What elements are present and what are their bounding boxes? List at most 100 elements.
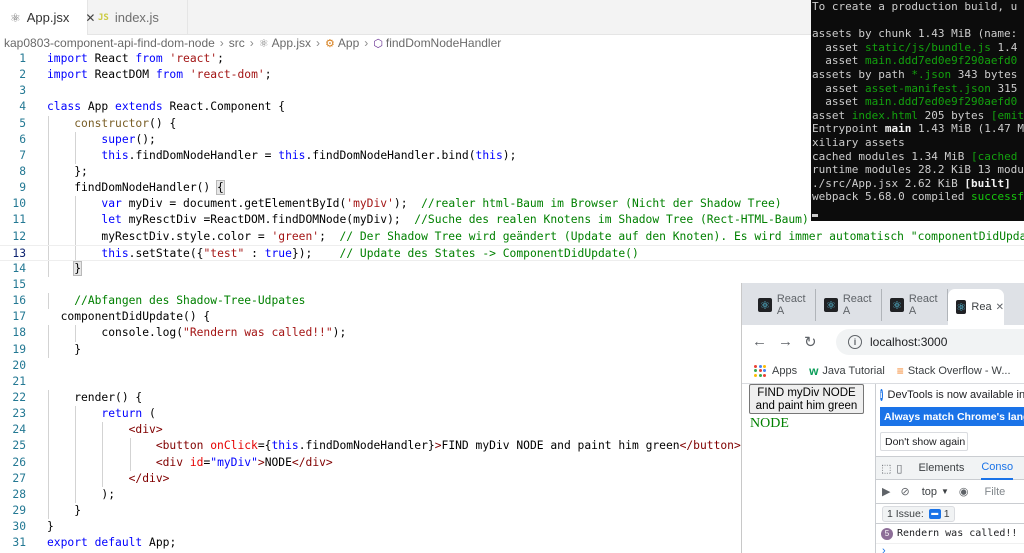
browser-tab[interactable]: ⚛ React A — [882, 289, 948, 321]
console-toolbar: ▶ ⊘ top ▼ ◉ Filte — [876, 480, 1024, 504]
code-text: import React from 'react'; — [47, 52, 224, 65]
tab-index-js[interactable]: JS index.js — [88, 0, 188, 35]
line-number: 21 — [12, 374, 26, 388]
info-icon[interactable]: i — [848, 334, 862, 349]
terminal-window[interactable]: To create a production build, u assets by… — [811, 0, 1024, 221]
terminal-line: webpack 5.68.0 compiled successf — [812, 190, 1024, 204]
bookmark-apps[interactable]: Apps — [754, 364, 797, 377]
code-text: }; — [47, 164, 88, 178]
tab-app-jsx-label: App.jsx — [26, 10, 70, 25]
chevron-right-icon: › — [249, 36, 254, 50]
message-icon: ▬ — [928, 508, 941, 519]
console-log-entry[interactable]: 5 Rendern was called!! — [876, 524, 1024, 544]
reload-icon[interactable]: ↻ — [804, 333, 830, 351]
js-file-icon: JS — [98, 12, 109, 23]
breadcrumb-class[interactable]: App — [338, 36, 359, 50]
code-text: <div id="myDiv">NODE</div> — [155, 455, 333, 469]
stack-overflow-icon: ≡ — [896, 363, 904, 378]
inspect-icon[interactable]: ⬚ — [881, 461, 891, 475]
bookmark-label: Java Tutorial — [822, 364, 885, 377]
find-node-button[interactable]: FIND myDiv NODE and paint him green — [749, 384, 864, 414]
tab-app-jsx[interactable]: ⚛ App.jsx ✕ — [0, 0, 95, 35]
sidebar-toggle-icon[interactable]: ▶ — [882, 485, 890, 498]
terminal-line: cached modules 1.34 MiB [cached — [812, 149, 1018, 163]
line-number: 16 — [12, 294, 26, 308]
back-arrow-icon[interactable]: ← — [752, 333, 778, 350]
browser-tab[interactable]: ⚛ React A — [816, 289, 882, 321]
terminal-line: assets by path *.json 343 bytes — [812, 67, 1018, 81]
match-language-button[interactable]: Always match Chrome's langua — [880, 407, 1024, 426]
eye-icon[interactable]: ◉ — [959, 485, 969, 498]
breadcrumb-method[interactable]: findDomNodeHandler — [386, 36, 501, 50]
line-number: 29 — [12, 503, 26, 517]
breadcrumb-folder[interactable]: src — [229, 36, 245, 50]
filter-input[interactable]: Filte — [985, 486, 1006, 498]
line-number: 22 — [12, 390, 26, 404]
line-number: 7 — [19, 148, 26, 162]
issues-label: 1 Issue: — [887, 507, 924, 520]
line-number: 11 — [12, 213, 26, 227]
bookmarks-bar: Apps w Java Tutorial ≡ Stack Overflow - … — [742, 358, 1024, 384]
code-text: </div> — [128, 471, 170, 485]
browser-tab-label: Rea — [971, 301, 992, 313]
context-selector[interactable]: top ▼ — [922, 486, 949, 498]
chevron-right-icon: › — [316, 36, 321, 50]
address-bar[interactable]: i localhost:3000 — [836, 328, 1024, 355]
code-line[interactable]: 13 this.setState({"test" : true}); // Up… — [0, 244, 1024, 261]
line-number: 2 — [19, 68, 26, 82]
code-text: import ReactDOM from 'react-dom'; — [47, 68, 272, 82]
bookmark-label: Stack Overflow - W... — [907, 364, 1011, 377]
terminal-line: ./src/App.jsx 2.62 KiB [built] — [812, 176, 1011, 190]
code-text: this.findDomNodeHandler = this.findDomNo… — [101, 148, 517, 162]
react-favicon-icon: ⚛ — [824, 298, 838, 312]
browser-tab[interactable]: ⚛ React A — [750, 289, 816, 321]
code-line[interactable]: 14 } — [0, 260, 1024, 277]
line-number: 17 — [12, 310, 26, 324]
terminal-line: assets by chunk 1.43 MiB (name: — [812, 27, 1018, 41]
browser-tab-strip: ⚛ React A ⚛ React A ⚛ React A ⚛ Rea ✕ — [742, 283, 1024, 325]
device-toolbar-icon[interactable]: ▯ — [896, 461, 902, 475]
terminal-line: runtime modules 28.2 KiB 13 modu — [812, 163, 1024, 177]
react-favicon-icon: ⚛ — [956, 300, 967, 314]
bookmark-stack-overflow[interactable]: ≡ Stack Overflow - W... — [897, 364, 1011, 378]
forward-arrow-icon[interactable]: → — [778, 333, 804, 350]
url-text: localhost:3000 — [870, 334, 948, 349]
console-prompt[interactable]: › — [876, 544, 1024, 553]
line-number: 23 — [12, 407, 26, 421]
clear-console-icon[interactable]: ⊘ — [900, 485, 909, 498]
react-favicon-icon: ⚛ — [758, 298, 772, 312]
terminal-line: asset index.html 205 bytes [emit — [812, 108, 1024, 122]
log-message: Rendern was called!! — [897, 528, 1018, 539]
react-file-icon: ⚛ — [258, 37, 269, 50]
terminal-cursor — [812, 213, 818, 217]
class-icon: ⚙ — [325, 37, 335, 50]
w3schools-icon: w — [809, 363, 819, 378]
line-number: 1 — [19, 52, 26, 65]
tab-elements[interactable]: Elements — [918, 462, 964, 474]
issues-button[interactable]: 1 Issue: ▬ 1 — [882, 505, 955, 522]
code-text: <div> — [128, 423, 163, 437]
devtools-panel: i DevTools is now available in G Always … — [875, 384, 1024, 553]
tab-console[interactable]: Conso — [981, 456, 1014, 480]
line-number: 13 — [12, 246, 26, 260]
browser-tab-active[interactable]: ⚛ Rea ✕ — [948, 289, 1004, 325]
apps-grid-icon — [754, 364, 766, 377]
line-number: 4 — [19, 100, 26, 114]
breadcrumb-project[interactable]: kap0803-component-api-find-dom-node — [4, 36, 215, 50]
chevron-right-icon: › — [219, 36, 224, 50]
code-line[interactable]: 12 myResctDiv.style.color = 'green'; // … — [0, 228, 1024, 245]
bookmark-java-tutorial[interactable]: w Java Tutorial — [809, 364, 885, 378]
dont-show-again-button[interactable]: Don't show again — [880, 432, 968, 451]
code-text: } — [47, 503, 82, 517]
chevron-right-icon: › — [364, 36, 369, 50]
line-number: 10 — [12, 197, 26, 211]
breadcrumb-file[interactable]: App.jsx — [272, 36, 311, 50]
line-number: 12 — [12, 229, 26, 243]
line-number: 30 — [12, 520, 26, 534]
line-number: 15 — [12, 277, 26, 291]
terminal-line: xiliary assets — [812, 135, 905, 149]
code-text: var myDiv = document.getElementById('myD… — [101, 197, 782, 211]
issues-row: 1 Issue: ▬ 1 — [876, 504, 1024, 524]
close-tab-icon[interactable]: ✕ — [996, 302, 1004, 313]
my-div-node: NODE — [750, 416, 789, 431]
